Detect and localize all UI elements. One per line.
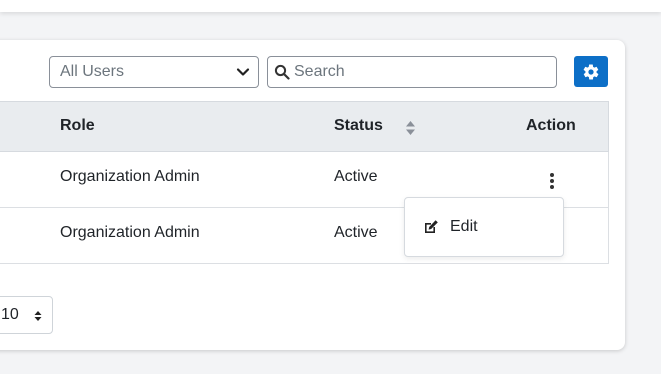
sort-icon[interactable]	[405, 120, 416, 136]
user-filter-value: All Users	[60, 63, 125, 80]
gear-icon	[583, 63, 599, 80]
column-header-status[interactable]: Status	[334, 117, 383, 135]
action-dropdown-menu: Edit	[404, 197, 564, 257]
edit-icon	[425, 220, 438, 233]
edit-label: Edit	[450, 218, 478, 235]
edit-menu-item[interactable]: Edit	[423, 218, 478, 236]
column-header-action: Action	[526, 117, 576, 134]
role-cell: Organization Admin	[60, 224, 200, 241]
top-bar	[0, 0, 661, 12]
page-size-select[interactable]: 10	[0, 296, 53, 334]
status-cell: Active	[334, 224, 378, 241]
user-filter-select[interactable]: All Users	[49, 56, 259, 88]
chevron-down-icon	[236, 68, 250, 76]
page-size-value: 10	[1, 306, 19, 323]
search-field[interactable]	[267, 56, 557, 88]
column-header-role: Role	[60, 117, 95, 134]
settings-button[interactable]	[574, 56, 608, 87]
sort-arrows-icon	[34, 311, 42, 321]
status-cell: Active	[334, 168, 378, 185]
search-input[interactable]	[294, 63, 544, 81]
search-icon	[274, 64, 290, 80]
role-cell: Organization Admin	[60, 168, 200, 185]
table-header: Role Status Action	[0, 101, 609, 152]
kebab-menu-icon[interactable]	[546, 172, 558, 190]
